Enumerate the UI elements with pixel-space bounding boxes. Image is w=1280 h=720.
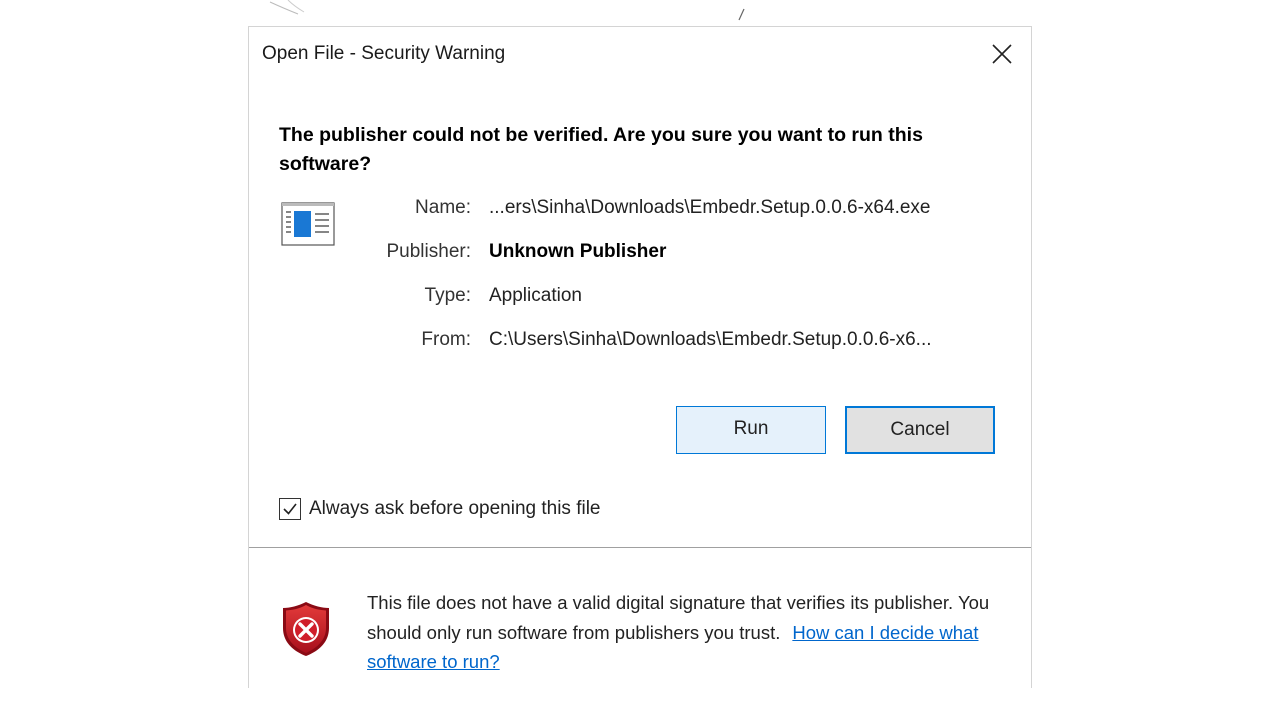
publisher-label: Publisher:: [386, 241, 472, 262]
close-button[interactable]: [985, 37, 1019, 71]
footer-panel: This file does not have a valid digital …: [249, 548, 1031, 688]
publisher-row: Publisher: Unknown Publisher: [249, 241, 1033, 271]
close-icon: [992, 44, 1012, 64]
name-value: ...ers\Sinha\Downloads\Embedr.Setup.0.0.…: [489, 197, 931, 218]
type-row: Type: Application: [249, 285, 1033, 315]
security-warning-dialog: Open File - Security Warning The publish…: [248, 26, 1032, 688]
publisher-value: Unknown Publisher: [489, 241, 667, 262]
from-value: C:\Users\Sinha\Downloads\Embedr.Setup.0.…: [489, 329, 932, 350]
scan-artifact: [269, 0, 305, 15]
always-ask-label[interactable]: Always ask before opening this file: [309, 498, 601, 520]
title-bar: Open File - Security Warning: [249, 27, 1031, 83]
dialog-title: Open File - Security Warning: [262, 43, 506, 64]
scan-artifact: [738, 8, 745, 21]
red-shield-x-icon: [283, 602, 329, 656]
from-row: From: C:\Users\Sinha\Downloads\Embedr.Se…: [249, 329, 1033, 359]
from-label: From:: [421, 329, 471, 350]
cancel-button[interactable]: Cancel: [845, 406, 995, 454]
warning-heading: The publisher could not be verified. Are…: [279, 124, 923, 175]
checkmark-icon: [283, 503, 297, 515]
signature-warning-text: This file does not have a valid digital …: [367, 588, 997, 677]
always-ask-checkbox[interactable]: [279, 498, 301, 520]
run-button[interactable]: Run: [676, 406, 826, 454]
name-row: Name: ...ers\Sinha\Downloads\Embedr.Setu…: [249, 197, 1033, 227]
name-label: Name:: [415, 197, 471, 218]
type-label: Type:: [424, 285, 471, 306]
type-value: Application: [489, 285, 582, 306]
